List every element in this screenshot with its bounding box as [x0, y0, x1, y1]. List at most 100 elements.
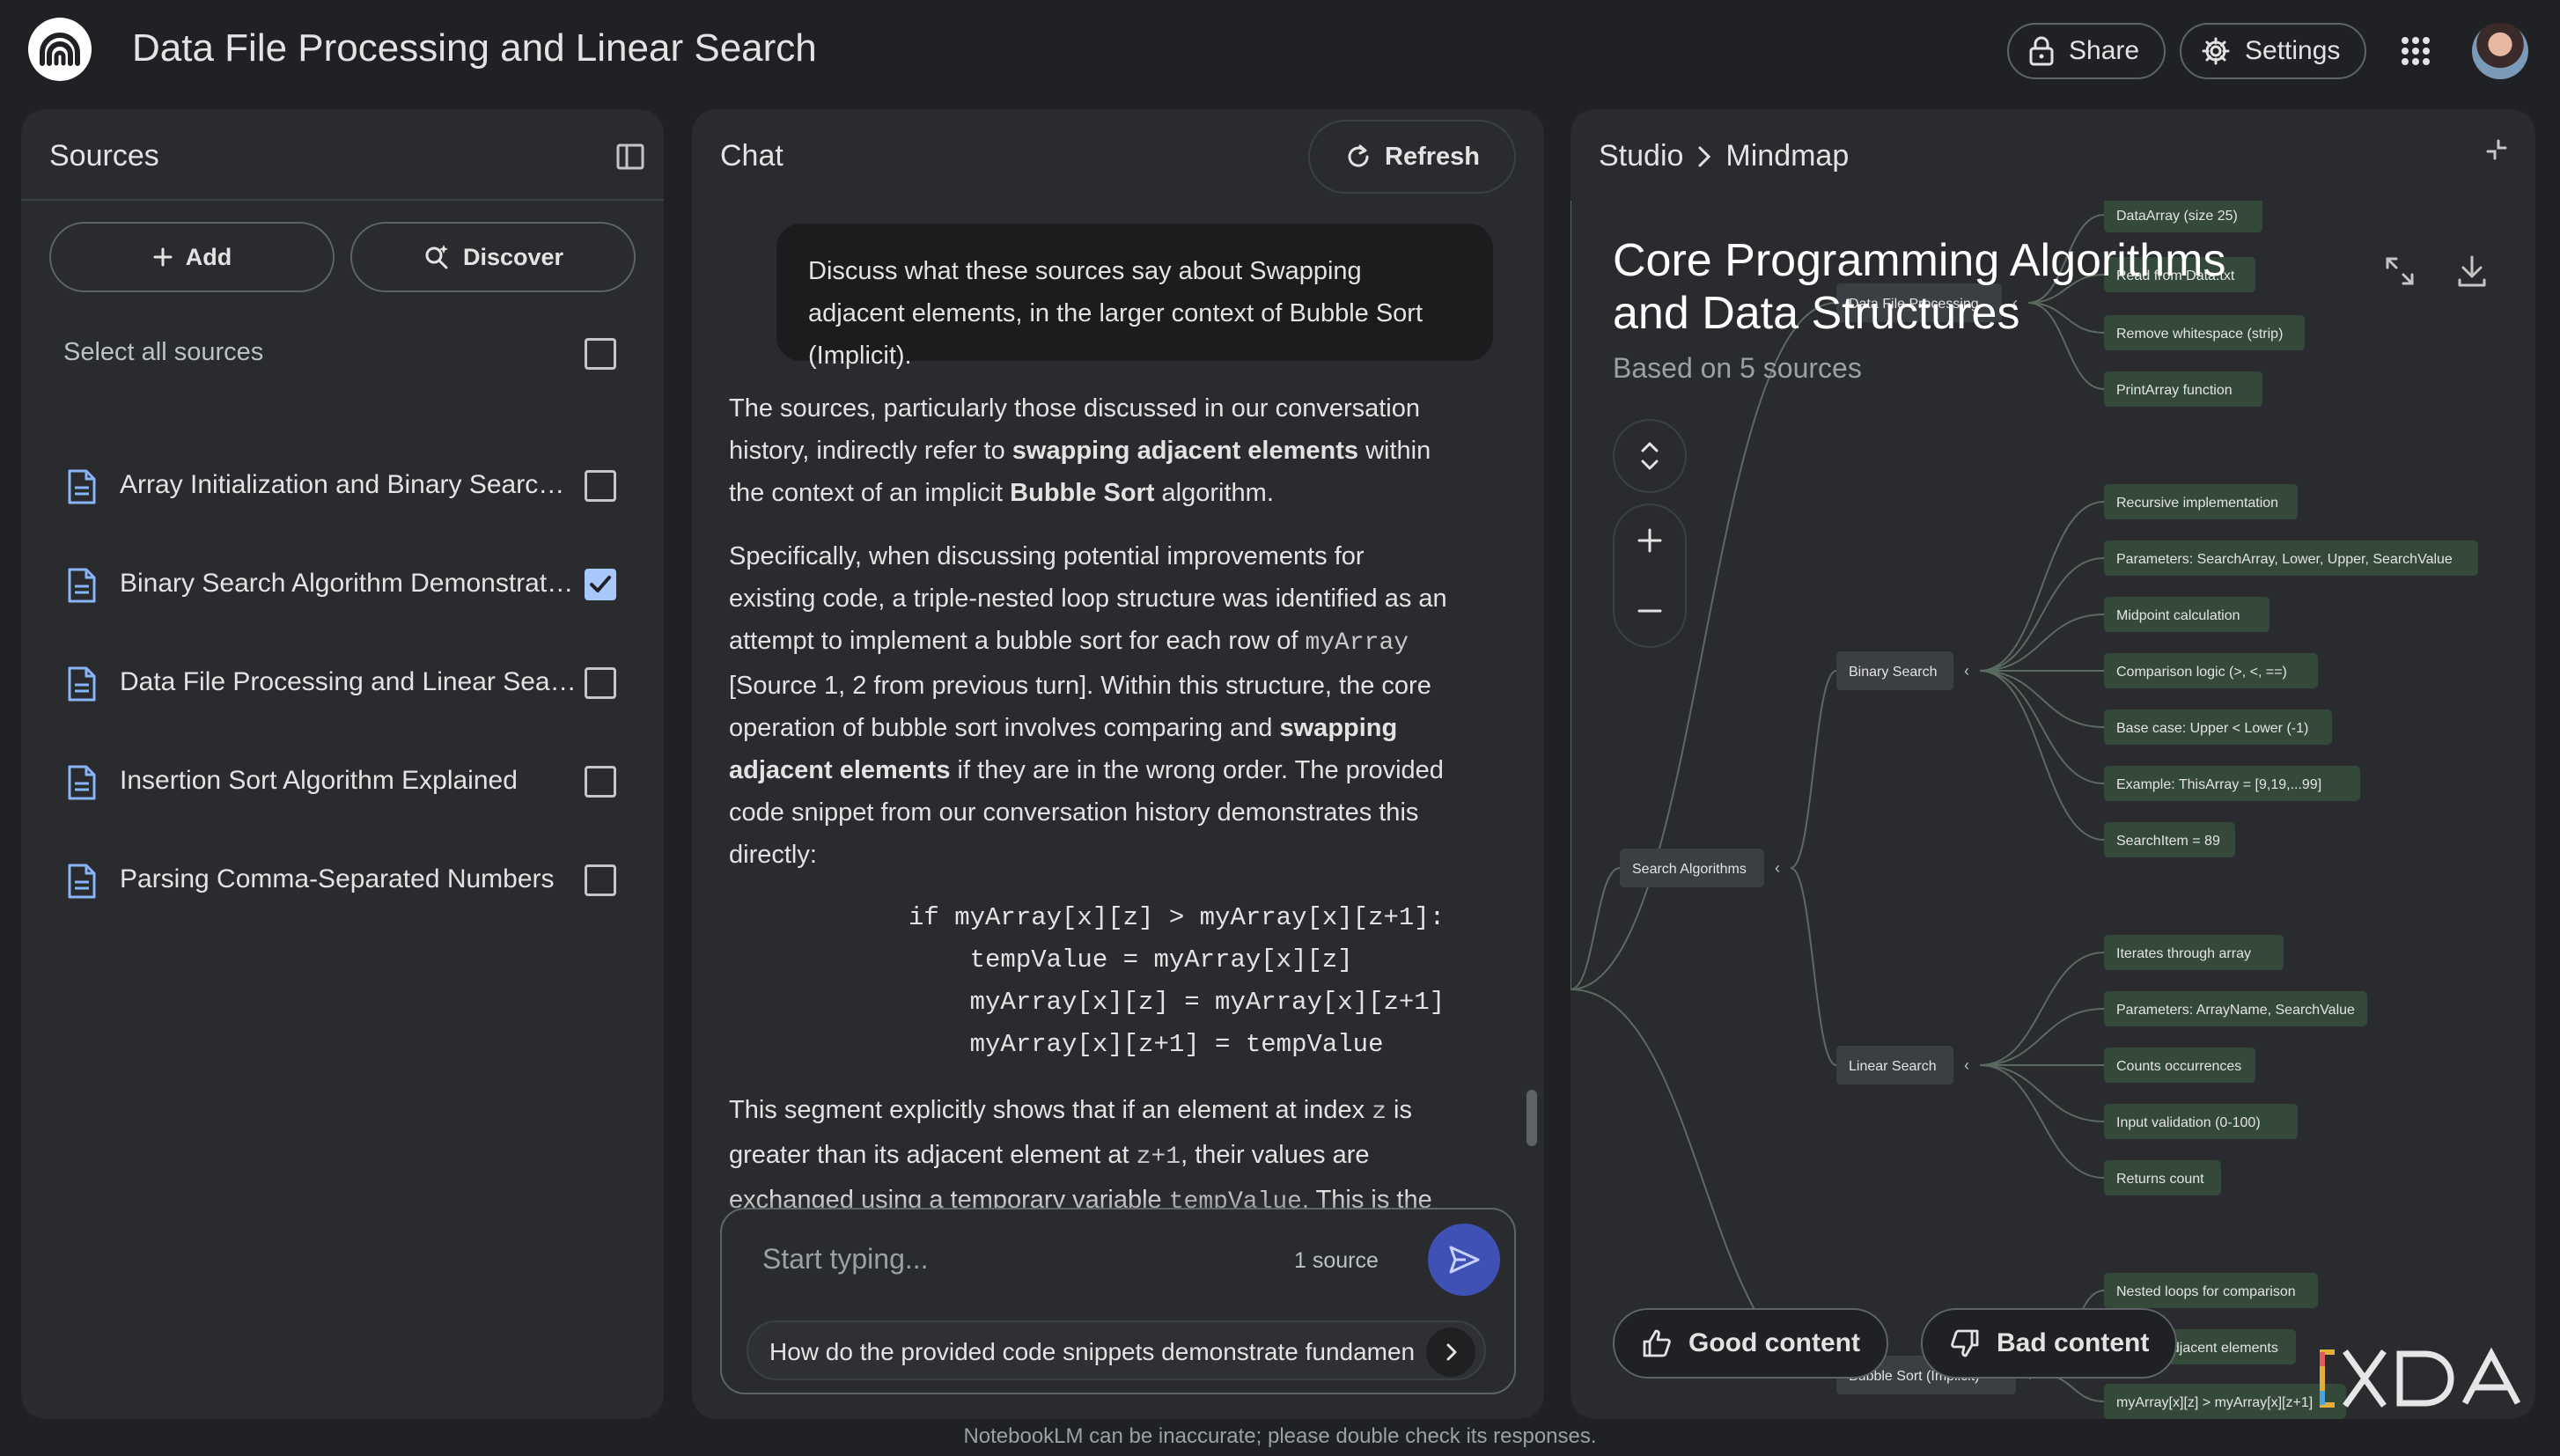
mindmap-node[interactable]: myArray[x][z] > myArray[x][z+1]	[2104, 1384, 2346, 1419]
select-all-checkbox[interactable]	[585, 338, 616, 370]
expand-collapse-button[interactable]	[1613, 419, 1687, 493]
mindmap-node[interactable]: PrintArray function	[2104, 371, 2262, 407]
mindmap-node[interactable]: Example: ThisArray = [9,19,...99]	[2104, 766, 2360, 801]
share-label: Share	[2069, 36, 2140, 65]
mindmap-node[interactable]: Iterates through array	[2104, 935, 2284, 970]
document-icon	[68, 568, 96, 603]
mindmap-subtitle: Based on 5 sources	[1613, 352, 1862, 384]
discover-button[interactable]: Discover	[350, 222, 636, 292]
chat-panel: Chat Refresh Discuss what these sources …	[692, 109, 1544, 1419]
mindmap-node-label: myArray[x][z] > myArray[x][z+1]	[2116, 1395, 2313, 1410]
document-icon	[68, 864, 96, 899]
source-checkbox[interactable]	[585, 766, 616, 798]
mindmap-node-label: Returns count	[2116, 1172, 2204, 1187]
collapse-icon[interactable]	[2483, 136, 2511, 164]
good-content-button[interactable]: Good content	[1613, 1308, 1888, 1379]
code-line: if myArray[x][z] > myArray[x][z+1]:	[909, 903, 1446, 932]
mindmap-node[interactable]: Midpoint calculation	[2104, 597, 2269, 632]
source-item[interactable]: Parsing Comma-Separated Numbers	[21, 836, 664, 924]
mindmap-node[interactable]: Comparison logic (>, <, ==)	[2104, 653, 2318, 688]
xda-watermark-logo	[2320, 1347, 2521, 1408]
mindmap-edge	[2041, 1374, 2105, 1402]
zoom-out-button[interactable]	[1615, 576, 1685, 646]
chevron-left-icon[interactable]: ‹	[1775, 859, 1780, 877]
mindmap-node[interactable]: Recursive implementation	[2104, 484, 2298, 519]
mindmap-node[interactable]: DataArray (size 25)	[2104, 201, 2262, 232]
mindmap-node[interactable]: Base case: Upper < Lower (-1)	[2104, 710, 2332, 745]
fullscreen-icon[interactable]	[2379, 250, 2421, 292]
mindmap-edge	[1790, 670, 1837, 869]
mindmap-node-label: Comparison logic (>, <, ==)	[2116, 665, 2287, 680]
mindmap-node-label: Counts occurrences	[2116, 1059, 2241, 1074]
chat-header: Chat Refresh	[692, 109, 1544, 201]
unfold-icon	[1641, 442, 1659, 470]
studio-panel: Studio Mindmap DataArray (size 25) Read f…	[1571, 109, 2535, 1419]
notebook-title[interactable]: Data File Processing and Linear Search	[132, 26, 817, 70]
source-item[interactable]: Data File Processing and Linear Search	[21, 639, 664, 727]
source-checkbox[interactable]	[585, 864, 616, 896]
mindmap-edge	[1979, 1064, 2105, 1179]
source-item[interactable]: Binary Search Algorithm Demonstration	[21, 540, 664, 629]
send-icon	[1449, 1246, 1480, 1274]
mindmap-node-label: Base case: Upper < Lower (-1)	[2116, 721, 2308, 736]
zoom-in-button[interactable]	[1615, 505, 1685, 576]
mindmap-edge	[1979, 501, 2105, 672]
mindmap-edge	[1979, 557, 2105, 672]
chevron-right-icon	[1698, 146, 1711, 166]
source-item-label: Insertion Sort Algorithm Explained	[120, 766, 518, 795]
notebooklm-logo-icon[interactable]	[28, 18, 92, 81]
chat-title: Chat	[720, 139, 783, 173]
mindmap-node[interactable]: Linear Search ‹	[1836, 1046, 1969, 1085]
source-checkbox[interactable]	[585, 470, 616, 502]
chat-composer: Start typing... 1 source How do the prov…	[720, 1208, 1516, 1394]
mindmap-node-label: Iterates through array	[2116, 946, 2251, 961]
add-source-button[interactable]: Add	[49, 222, 335, 292]
mindmap-node[interactable]: SearchItem = 89	[2104, 822, 2235, 857]
suggested-question[interactable]: How do the provided code snippets demons…	[747, 1320, 1486, 1380]
source-item[interactable]: Array Initialization and Binary Search .…	[21, 442, 664, 530]
good-content-label: Good content	[1688, 1328, 1860, 1357]
chevron-left-icon[interactable]: ‹	[1964, 1056, 1969, 1074]
sources-header: Sources	[21, 109, 664, 201]
mindmap-node[interactable]: Input validation (0-100)	[2104, 1104, 2298, 1139]
breadcrumb: Studio Mindmap	[1599, 139, 1849, 173]
bad-content-button[interactable]: Bad content	[1921, 1308, 2178, 1379]
zoom-controls	[1613, 504, 1687, 648]
settings-label: Settings	[2245, 36, 2341, 65]
disclaimer: NotebookLM can be inaccurate; please dou…	[963, 1424, 1597, 1448]
mindmap-node[interactable]: Parameters: ArrayName, SearchValue	[2104, 991, 2367, 1026]
source-item[interactable]: Insertion Sort Algorithm Explained	[21, 738, 664, 826]
next-suggestion-button[interactable]	[1426, 1327, 1475, 1377]
mindmap-node[interactable]: Parameters: SearchArray, Lower, Upper, S…	[2104, 540, 2478, 576]
mindmap-node[interactable]: Nested loops for comparison	[2104, 1273, 2318, 1308]
apps-grid-icon[interactable]	[2400, 35, 2431, 67]
chevron-left-icon[interactable]: ‹	[1964, 662, 1969, 680]
share-button[interactable]: Share	[2007, 23, 2166, 79]
settings-button[interactable]: Settings	[2180, 23, 2367, 79]
refresh-button[interactable]: Refresh	[1308, 120, 1516, 194]
chat-input[interactable]: Start typing...	[762, 1243, 929, 1276]
download-icon[interactable]	[2451, 250, 2493, 292]
discover-search-icon	[425, 245, 448, 269]
collapse-panel-icon[interactable]	[616, 143, 644, 171]
source-checkbox[interactable]	[585, 569, 616, 600]
code-line: myArray[x][z] = myArray[x][z+1]	[909, 988, 1446, 1017]
mindmap-node[interactable]: Search Algorithms ‹	[1620, 849, 1780, 887]
user-message: Discuss what these sources say about Swa…	[776, 224, 1493, 370]
mindmap-node[interactable]: Counts occurrences	[2104, 1048, 2255, 1083]
mindmap-edge	[1979, 614, 2105, 672]
source-item-label: Parsing Comma-Separated Numbers	[120, 864, 555, 893]
discover-label: Discover	[462, 243, 564, 270]
studio-header: Studio Mindmap	[1571, 109, 2535, 201]
source-item-label: Array Initialization and Binary Search .…	[120, 470, 577, 499]
mindmap-node-label: Parameters: ArrayName, SearchValue	[2116, 1003, 2355, 1018]
chat-scrollbar[interactable]	[1526, 1090, 1537, 1146]
send-button[interactable]	[1428, 1224, 1500, 1296]
mindmap-node[interactable]: Binary Search ‹	[1836, 651, 1969, 690]
user-avatar[interactable]	[2472, 23, 2528, 79]
breadcrumb-studio[interactable]: Studio	[1599, 139, 1683, 173]
code-line: tempValue = myArray[x][z]	[909, 945, 1353, 974]
mindmap-node[interactable]: Returns count	[2104, 1160, 2221, 1195]
mindmap-edge	[1571, 867, 1621, 990]
source-checkbox[interactable]	[585, 667, 616, 699]
